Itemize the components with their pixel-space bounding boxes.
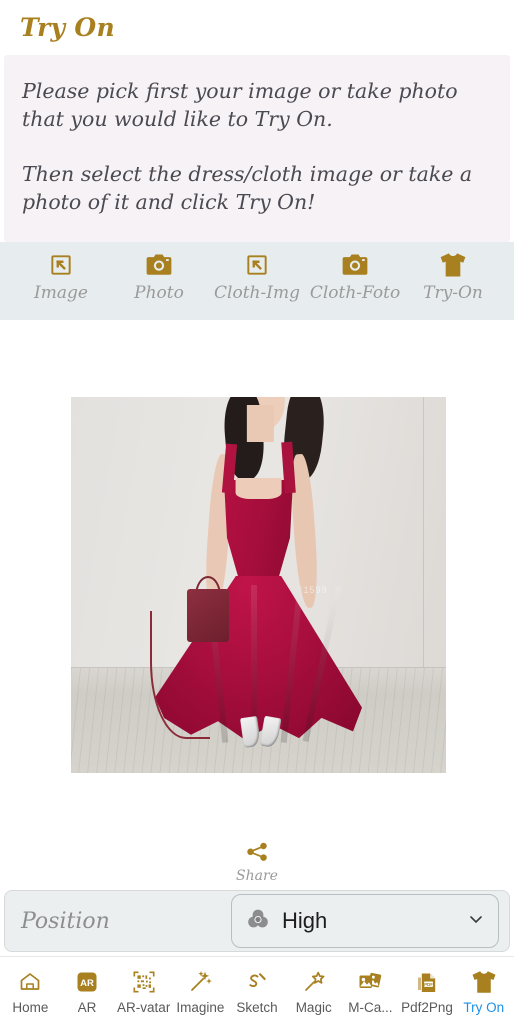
svg-text:AR: AR bbox=[80, 978, 94, 989]
camera-icon bbox=[341, 250, 369, 280]
toolbar-item-label: Try-On bbox=[423, 283, 483, 304]
toolbar-item-cloth-foto[interactable]: Cloth-Foto bbox=[306, 250, 404, 303]
toolbar-item-try-on[interactable]: Try-On bbox=[404, 250, 502, 303]
toolbar-item-label: Cloth-Img bbox=[214, 283, 300, 304]
nav-item-sketch[interactable]: Sketch bbox=[229, 968, 286, 1015]
nav-item-label: Imagine bbox=[176, 1000, 225, 1015]
shoe-left bbox=[239, 715, 261, 748]
handbag bbox=[187, 588, 229, 642]
toolbar-item-label: Image bbox=[34, 283, 88, 304]
nav-item-label: Sketch bbox=[236, 1000, 278, 1015]
chevron-down-icon bbox=[466, 909, 486, 934]
nav-item-label: AR-vatar bbox=[117, 1000, 171, 1015]
magic-star-icon bbox=[302, 968, 326, 996]
image-watermark: 1599 bbox=[303, 585, 328, 596]
nav-item-label: Try On bbox=[463, 1000, 505, 1015]
nav-item-label: Pdf2Png bbox=[401, 1000, 453, 1015]
sketch-icon bbox=[245, 968, 269, 996]
instruction-line-1: Please pick first your image or take pho… bbox=[22, 79, 458, 132]
tshirt-icon bbox=[438, 250, 468, 280]
ar-icon: AR bbox=[75, 968, 99, 996]
share-icon bbox=[246, 842, 268, 867]
position-label: Position bbox=[21, 908, 110, 934]
model-figure bbox=[71, 397, 446, 773]
pdf-icon: PDF bbox=[415, 968, 439, 996]
share-label: Share bbox=[236, 868, 278, 884]
nav-item-label: Magic bbox=[295, 1000, 332, 1015]
nav-item-try-on[interactable]: Try On bbox=[455, 968, 512, 1015]
page-title: Try On bbox=[20, 13, 115, 42]
color-circles-icon bbox=[246, 907, 270, 936]
photos-icon bbox=[357, 968, 383, 996]
tshirt-icon bbox=[470, 968, 498, 996]
nav-item-label: AR bbox=[77, 1000, 97, 1015]
nav-item-m-camera[interactable]: M-Ca... bbox=[342, 968, 399, 1015]
toolbar-item-label: Photo bbox=[134, 283, 184, 304]
toolbar-item-image[interactable]: Image bbox=[12, 250, 110, 303]
shoe-right bbox=[259, 715, 282, 749]
instructions-panel: Please pick first your image or take pho… bbox=[4, 55, 510, 243]
app-header: Try On bbox=[0, 0, 514, 55]
instruction-line-2: Then select the dress/cloth image or tak… bbox=[22, 161, 473, 214]
home-icon bbox=[18, 968, 42, 996]
instruction-spacer bbox=[22, 134, 492, 160]
toolbar-item-label: Cloth-Foto bbox=[309, 283, 401, 304]
nav-item-pdf2png[interactable]: PDF Pdf2Png bbox=[399, 968, 456, 1015]
preview-photo-scene: 1599 bbox=[71, 397, 446, 774]
svg-text:PDF: PDF bbox=[424, 982, 433, 987]
nav-item-label: M-Ca... bbox=[348, 1000, 393, 1015]
share-button[interactable]: Share bbox=[0, 842, 514, 884]
position-bar: Position High bbox=[4, 890, 510, 952]
model-neck bbox=[247, 404, 274, 443]
nav-item-imagine[interactable]: Imagine bbox=[172, 968, 229, 1015]
try-on-screen: Try On Please pick first your image or t… bbox=[0, 0, 514, 1024]
nav-item-label: Home bbox=[12, 1000, 49, 1015]
nav-item-magic[interactable]: Magic bbox=[285, 968, 342, 1015]
toolbar-item-photo[interactable]: Photo bbox=[110, 250, 208, 303]
dress-neckline bbox=[235, 477, 282, 499]
camera-icon bbox=[145, 250, 173, 280]
image-import-icon bbox=[244, 250, 270, 280]
nav-item-home[interactable]: Home bbox=[2, 968, 59, 1015]
preview-image[interactable]: 1599 bbox=[71, 397, 446, 774]
nav-item-ar[interactable]: AR AR bbox=[59, 968, 116, 1015]
nav-item-ar-vatar[interactable]: AR-vatar bbox=[115, 968, 172, 1015]
position-select-value: High bbox=[282, 908, 328, 933]
toolbar-item-cloth-img[interactable]: Cloth-Img bbox=[208, 250, 306, 303]
qrcode-icon bbox=[132, 968, 156, 996]
wand-icon bbox=[188, 968, 213, 996]
preview-stage: 1599 Share bbox=[0, 320, 514, 890]
action-toolbar: Image Photo Cloth-Img Cloth-Foto Try-On bbox=[0, 242, 514, 321]
position-select[interactable]: High bbox=[231, 894, 499, 948]
image-import-icon bbox=[48, 250, 74, 280]
bottom-navigation: Home AR AR AR-vatar Imagine Sketch Magic… bbox=[0, 956, 514, 1024]
